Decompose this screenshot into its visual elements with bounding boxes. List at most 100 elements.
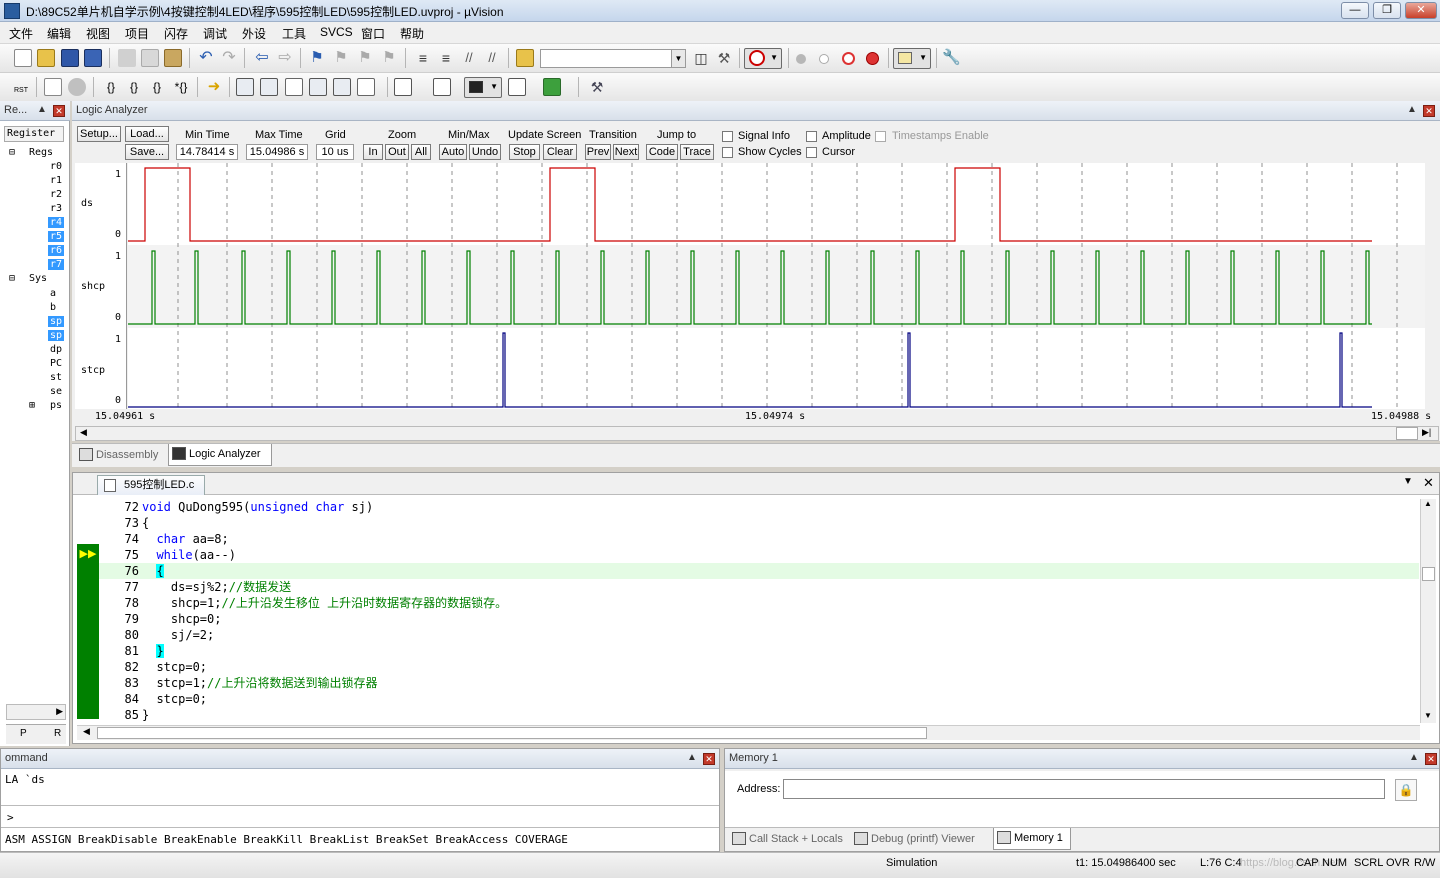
register-pc[interactable]: PC <box>50 358 62 369</box>
comment-icon[interactable]: // <box>460 49 478 67</box>
insert-breakpoint-icon[interactable] <box>796 54 806 64</box>
waveform-scrollbar[interactable]: ◀ ▶| <box>75 426 1439 441</box>
toolbox-icon[interactable]: ⚒ <box>588 78 606 96</box>
close-button[interactable]: ✕ <box>1405 2 1437 19</box>
step-into-icon[interactable]: {} <box>102 78 120 96</box>
call-stack-window-icon[interactable] <box>333 78 351 96</box>
menu-help[interactable]: 帮助 <box>400 25 424 42</box>
prev-bookmark-icon[interactable]: ⚑ <box>332 49 350 67</box>
register-r3[interactable]: r3 <box>50 203 62 214</box>
tab-list-icon[interactable]: ▼ <box>1403 476 1413 487</box>
menu-view[interactable]: 视图 <box>86 25 110 42</box>
timestamps-checkbox[interactable] <box>875 131 886 142</box>
signal-info-checkbox[interactable] <box>722 131 733 142</box>
stop-button[interactable]: Stop <box>509 144 540 160</box>
scroll-left-icon[interactable]: ◀ <box>80 427 87 438</box>
new-file-icon[interactable] <box>14 49 32 67</box>
menu-window[interactable]: 窗口 <box>361 25 385 42</box>
find-in-files-icon[interactable] <box>516 49 534 67</box>
signal-stcp[interactable]: stcp <box>81 365 105 376</box>
navigate-back-icon[interactable]: ⇦ <box>253 49 271 67</box>
menu-peripherals[interactable]: 外设 <box>242 25 266 42</box>
scroll-up-icon[interactable]: ▲ <box>1424 499 1432 508</box>
auto-button[interactable]: Auto <box>439 144 467 160</box>
watch-window-icon[interactable] <box>357 78 375 96</box>
symbols-window-icon[interactable] <box>285 78 303 96</box>
logic-analyzer-tab[interactable]: Logic Analyzer <box>168 444 272 466</box>
horizontal-scrollbar[interactable]: ▶ <box>6 704 66 720</box>
next-transition-button[interactable]: Next <box>613 144 639 160</box>
lock-icon[interactable]: 🔒 <box>1395 779 1417 801</box>
register-r7[interactable]: r7 <box>48 259 65 270</box>
register-psw[interactable]: ps <box>50 400 62 411</box>
menu-flash[interactable]: 闪存 <box>164 25 188 42</box>
disable-breakpoints-icon[interactable] <box>842 52 855 65</box>
cursor-checkbox[interactable] <box>806 147 817 158</box>
amplitude-checkbox[interactable] <box>806 131 817 142</box>
run-icon[interactable] <box>44 78 62 96</box>
sys-group[interactable]: Sys <box>29 273 47 284</box>
command-prompt[interactable]: > <box>7 811 14 824</box>
zoom-out-button[interactable]: Out <box>385 144 409 160</box>
close-icon[interactable]: ✕ <box>1423 105 1435 117</box>
navigate-forward-icon[interactable]: ⇨ <box>276 49 294 67</box>
undo-button[interactable]: Undo <box>469 144 501 160</box>
register-sp[interactable]: sp <box>48 316 65 327</box>
zoom-in-button[interactable]: In <box>363 144 383 160</box>
undo-icon[interactable]: ↶ <box>197 49 215 67</box>
call-stack-tab[interactable]: Call Stack + Locals <box>729 829 843 851</box>
indent-icon[interactable]: ≡ <box>414 49 432 67</box>
save-button[interactable]: Save... <box>125 144 169 160</box>
scroll-thumb[interactable] <box>97 727 927 739</box>
register-sp-max[interactable]: sp <box>48 330 65 341</box>
kill-breakpoints-icon[interactable] <box>866 52 879 65</box>
zoom-all-button[interactable]: All <box>411 144 431 160</box>
registers-window-icon[interactable] <box>309 78 327 96</box>
registers-tab[interactable]: R <box>54 728 61 739</box>
menu-tools[interactable]: 工具 <box>282 25 306 42</box>
pin-icon[interactable]: ▲ <box>1407 104 1417 115</box>
memory-window-icon[interactable] <box>394 78 412 96</box>
system-viewer-icon[interactable] <box>543 78 561 96</box>
close-file-icon[interactable]: ✕ <box>1423 475 1434 491</box>
scroll-right-icon[interactable]: ▶ <box>56 706 63 717</box>
register-dptr[interactable]: dp <box>50 344 62 355</box>
pin-icon[interactable]: ▲ <box>687 752 697 763</box>
address-input[interactable] <box>783 779 1385 799</box>
minimize-button[interactable]: — <box>1341 2 1369 19</box>
scroll-thumb[interactable] <box>1396 427 1418 440</box>
register-column-header[interactable]: Register <box>4 126 64 142</box>
chevron-down-icon[interactable]: ▼ <box>671 50 685 67</box>
sys-expand-icon[interactable]: ⊟ <box>9 273 15 284</box>
jump-code-button[interactable]: Code <box>646 144 678 160</box>
menu-file[interactable]: 文件 <box>9 25 33 42</box>
file-tab[interactable]: 595控制LED.c <box>97 475 205 495</box>
analysis-window-button[interactable]: ▼ <box>464 77 502 98</box>
scroll-down-icon[interactable]: ▼ <box>1424 711 1432 720</box>
close-icon[interactable]: ✕ <box>703 753 715 765</box>
scroll-end-icon[interactable]: ▶| <box>1422 427 1431 438</box>
register-r6[interactable]: r6 <box>48 245 65 256</box>
unindent-icon[interactable]: ≡ <box>437 49 455 67</box>
editor-hscrollbar[interactable]: ◀ <box>77 725 1420 740</box>
signal-ds[interactable]: ds <box>81 198 93 209</box>
cut-icon[interactable] <box>118 49 136 67</box>
step-over-icon[interactable]: {} <box>125 78 143 96</box>
enable-breakpoint-icon[interactable] <box>819 54 829 64</box>
register-r0[interactable]: r0 <box>50 161 62 172</box>
register-r5[interactable]: r5 <box>48 231 65 242</box>
disassembly-window-icon[interactable] <box>260 78 278 96</box>
register-sec[interactable]: se <box>50 386 62 397</box>
clear-button[interactable]: Clear <box>543 144 577 160</box>
menu-edit[interactable]: 编辑 <box>47 25 71 42</box>
step-out-icon[interactable]: {} <box>148 78 166 96</box>
register-r4[interactable]: r4 <box>48 217 65 228</box>
uncomment-icon[interactable]: // <box>483 49 501 67</box>
project-tab[interactable]: P <box>20 728 27 739</box>
command-window-icon[interactable] <box>236 78 254 96</box>
show-cycles-checkbox[interactable] <box>722 147 733 158</box>
save-icon[interactable] <box>61 49 79 67</box>
register-r2[interactable]: r2 <box>50 189 62 200</box>
regs-group[interactable]: Regs <box>29 147 53 158</box>
save-all-icon[interactable] <box>84 49 102 67</box>
